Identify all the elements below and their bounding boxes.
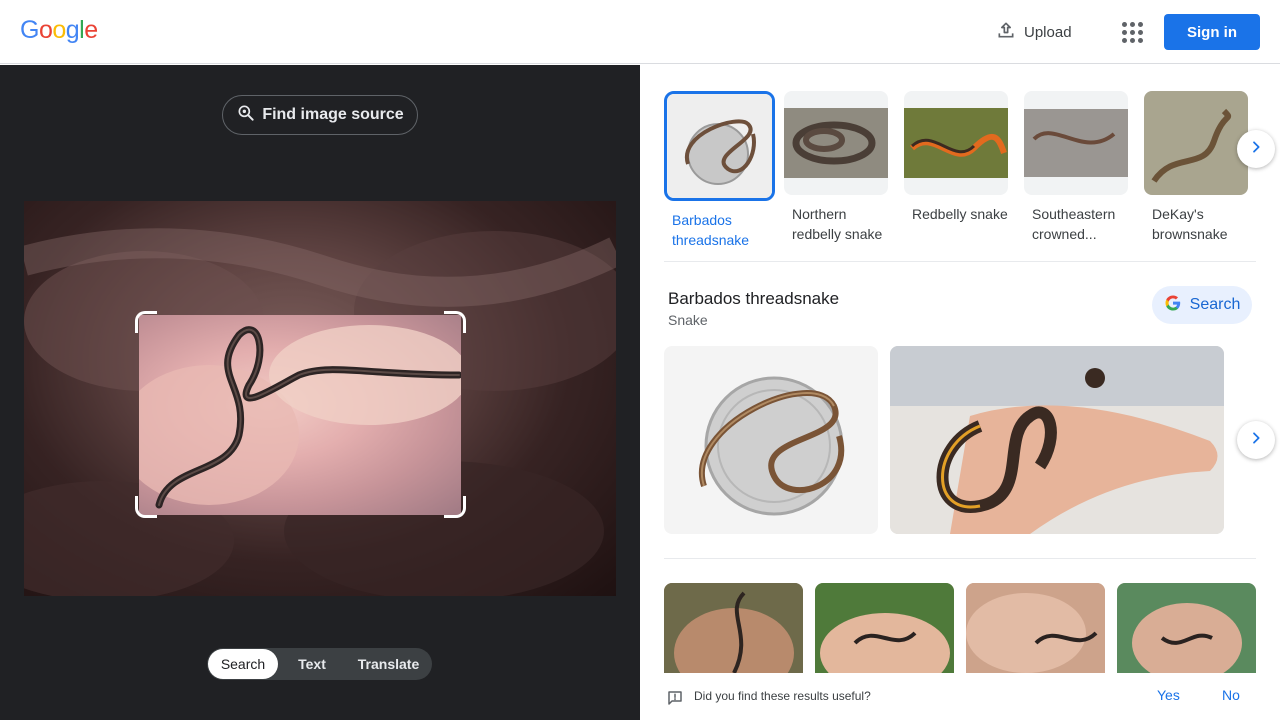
logo-letter: o <box>52 16 66 44</box>
mode-text-tab[interactable]: Text <box>278 649 346 679</box>
feedback-icon <box>666 689 684 712</box>
lens-search-icon <box>236 103 256 128</box>
chip-barbados-threadsnake[interactable]: Barbados threadsnake <box>664 91 776 250</box>
lens-mode-toggle: Search Text Translate <box>207 648 432 680</box>
chip-thumbnail <box>784 91 888 195</box>
chip-redbelly-snake[interactable]: Redbelly snake <box>904 91 1016 224</box>
chips-next-button[interactable] <box>1237 130 1275 168</box>
crop-handle-bottom-left[interactable] <box>135 496 157 518</box>
chip-thumbnail <box>1144 91 1248 195</box>
feedback-question: Did you find these results useful? <box>694 689 871 703</box>
images-next-button[interactable] <box>1237 421 1275 459</box>
upload-label: Upload <box>1024 23 1072 41</box>
divider <box>664 558 1256 559</box>
logo-letter: e <box>84 16 98 44</box>
chip-thumbnail <box>904 91 1008 195</box>
result-image[interactable] <box>815 583 954 673</box>
knowledge-panel-image[interactable] <box>664 346 878 534</box>
apps-grid-icon[interactable] <box>1116 16 1148 48</box>
find-image-source-label: Find image source <box>262 106 404 123</box>
google-g-icon <box>1164 294 1182 317</box>
divider <box>664 261 1256 262</box>
chip-label: Redbelly snake <box>912 206 1008 222</box>
logo-letter: g <box>65 16 80 44</box>
chip-southeastern-crowned-snake[interactable]: Southeastern crowned... <box>1024 91 1136 244</box>
crop-handle-top-right[interactable] <box>444 311 466 333</box>
knowledge-panel-image[interactable] <box>890 346 1224 534</box>
result-image[interactable] <box>1117 583 1256 673</box>
upload-button[interactable]: Upload <box>990 16 1078 48</box>
chip-label: Southeastern crowned... <box>1032 206 1116 242</box>
visual-match-chips: Barbados threadsnake Northern redbelly s… <box>664 91 1256 248</box>
mode-translate-tab[interactable]: Translate <box>346 649 431 679</box>
feedback-no-button[interactable]: No <box>1222 687 1240 703</box>
chevron-right-icon <box>1248 139 1264 160</box>
chip-label: Northern redbelly snake <box>792 206 883 242</box>
result-image[interactable] <box>966 583 1105 673</box>
google-logo[interactable]: Google <box>20 16 98 45</box>
knowledge-panel-title: Barbados threadsnake <box>668 289 840 308</box>
knowledge-panel-search-button[interactable]: Search <box>1152 286 1252 324</box>
feedback-bar: Did you find these results useful? Yes N… <box>640 673 1280 720</box>
crop-region[interactable] <box>139 315 461 515</box>
chip-label: Barbados threadsnake <box>672 212 750 248</box>
chip-label: DeKay's brownsnake <box>1152 206 1228 242</box>
knowledge-panel-subtitle: Snake <box>668 312 708 328</box>
mode-search-tab[interactable]: Search <box>208 649 278 679</box>
result-image[interactable] <box>664 583 803 673</box>
find-image-source-button[interactable]: Find image source <box>222 95 418 135</box>
logo-letter: G <box>20 16 39 44</box>
upload-icon <box>996 20 1016 44</box>
feedback-yes-button[interactable]: Yes <box>1157 687 1180 703</box>
knowledge-panel-search-label: Search <box>1189 296 1241 313</box>
crop-handle-bottom-right[interactable] <box>444 496 466 518</box>
chip-dekays-brownsnake[interactable]: DeKay's brownsnake <box>1144 91 1256 244</box>
results-panel: Barbados threadsnake Northern redbelly s… <box>640 65 1280 720</box>
chip-thumbnail <box>1024 91 1128 195</box>
top-bar: Google Upload Sign in <box>0 0 1280 64</box>
image-preview-panel: Find image source Search Text Translate <box>0 65 640 720</box>
crop-handle-top-left[interactable] <box>135 311 157 333</box>
chevron-right-icon <box>1248 430 1264 451</box>
chip-northern-redbelly-snake[interactable]: Northern redbelly snake <box>784 91 896 244</box>
chip-thumbnail <box>664 91 775 201</box>
logo-letter: o <box>38 16 53 44</box>
sign-in-button[interactable]: Sign in <box>1164 14 1260 50</box>
